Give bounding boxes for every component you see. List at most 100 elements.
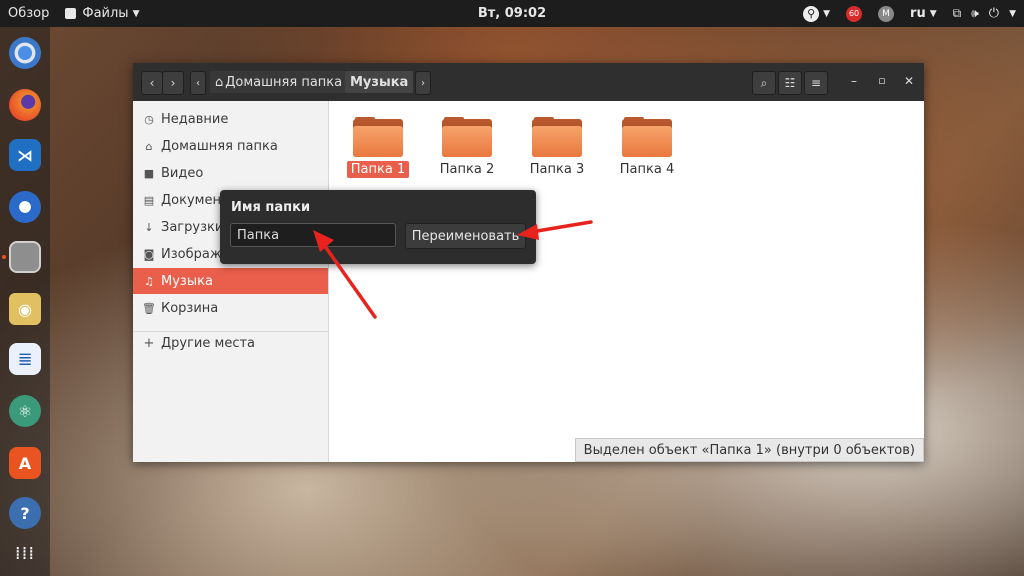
- system-menu[interactable]: ⧉ 🕪 ⏻ ▼: [945, 0, 1024, 27]
- minimize-button[interactable]: –: [846, 74, 862, 90]
- folder-label: Папка 4: [619, 162, 675, 177]
- hamburger-icon: ≡: [810, 76, 822, 90]
- chromium-icon[interactable]: [9, 37, 41, 69]
- rename-button-label: Переименовать: [411, 228, 520, 244]
- forward-button[interactable]: ›: [162, 71, 184, 95]
- clock-label: Вт, 09:02: [477, 6, 547, 21]
- show-apps-icon[interactable]: ⁞⁞⁞: [9, 537, 41, 569]
- firefox-icon[interactable]: [9, 89, 41, 121]
- breadcrumb-home-label: Домашняя папка: [225, 74, 343, 90]
- sidebar-item-recent[interactable]: ◷ Недавние: [133, 106, 328, 132]
- folder-name-input[interactable]: [230, 223, 396, 247]
- accessibility-menu[interactable]: ⚲ ▼: [795, 0, 838, 27]
- activities-button[interactable]: Обзор: [0, 0, 57, 27]
- chevron-right-icon: ›: [421, 77, 425, 89]
- folder-icon: [622, 117, 672, 157]
- home-icon: ⌂: [145, 139, 153, 153]
- folder-item[interactable]: Папка 3: [522, 117, 592, 178]
- top-bar: Обзор Файлы ▼ Вт, 09:02 ⚲ ▼ 60 M ru ▼ ⧉ …: [0, 0, 1024, 27]
- status-text: Выделен объект «Папка 1» (внутри 0 объек…: [583, 442, 915, 458]
- search-icon: ⌕: [760, 75, 768, 90]
- sidebar-item-label: Загрузки: [161, 219, 224, 235]
- chevron-left-icon: ‹: [149, 76, 155, 90]
- back-button[interactable]: ‹: [141, 71, 163, 95]
- file-view: Папка 1 Папка 2 Папка 3 Папка 4 Выделен …: [329, 101, 924, 462]
- status-bar: Выделен объект «Папка 1» (внутри 0 объек…: [574, 438, 924, 462]
- document-icon: ▤: [143, 193, 155, 207]
- camera-icon: ◙: [143, 247, 155, 261]
- help-icon[interactable]: ?: [9, 497, 41, 529]
- folder-label: Папка 2: [439, 162, 495, 177]
- activities-label: Обзор: [8, 6, 50, 21]
- sidebar-item-videos[interactable]: ■ Видео: [133, 160, 328, 186]
- chevron-right-icon: ›: [170, 76, 176, 90]
- sidebar-item-label: Другие места: [161, 335, 256, 351]
- folder-icon: [532, 117, 582, 157]
- folder-item[interactable]: Папка 2: [432, 117, 502, 178]
- chevron-down-icon: ▼: [929, 8, 937, 19]
- breadcrumb-left-button[interactable]: ‹: [190, 71, 206, 95]
- close-icon: ✕: [903, 74, 915, 88]
- video-icon: ■: [143, 166, 155, 180]
- chevron-down-icon: ▼: [1009, 8, 1016, 19]
- libreoffice-writer-icon[interactable]: ≣: [9, 343, 41, 375]
- notification-badge-icon: 60: [846, 5, 863, 22]
- network-icon: ⧉: [952, 6, 962, 20]
- plus-icon: +: [143, 335, 155, 351]
- files-app-icon: [65, 8, 77, 19]
- volume-icon: 🕪: [971, 6, 979, 20]
- sidebar-item-label: Корзина: [161, 300, 219, 316]
- breadcrumb-current[interactable]: Музыка: [345, 71, 414, 93]
- files-icon[interactable]: [9, 241, 41, 273]
- chevron-down-icon: ▼: [823, 8, 831, 19]
- sidebar-item-home[interactable]: ⌂ Домашняя папка: [133, 133, 328, 159]
- chevron-left-icon: ‹: [196, 77, 200, 89]
- music-icon: ♫: [144, 274, 154, 288]
- folder-item[interactable]: Папка 4: [612, 117, 682, 178]
- vscode-icon[interactable]: ⋊: [9, 139, 41, 171]
- sidebar-item-label: Видео: [161, 165, 204, 181]
- rename-button[interactable]: Переименовать: [405, 223, 526, 249]
- folder-item[interactable]: Папка 1: [343, 117, 413, 178]
- mail-indicator[interactable]: M: [870, 0, 902, 27]
- view-toggle-button[interactable]: ☷: [778, 71, 802, 95]
- sidebar-item-label: Музыка: [161, 273, 213, 289]
- breadcrumb-right-button[interactable]: ›: [415, 71, 431, 95]
- atom-icon[interactable]: ⚛: [9, 395, 41, 427]
- sidebar-item-music[interactable]: ♫ Музыка: [133, 268, 328, 294]
- folder-icon: [353, 117, 403, 157]
- sidebar-item-label: Домашняя папка: [161, 138, 278, 154]
- active-indicator: [2, 255, 6, 259]
- rename-title: Имя папки: [231, 200, 311, 215]
- notification-count: 60: [848, 9, 860, 18]
- breadcrumb-home[interactable]: ⌂ Домашняя папка: [210, 71, 348, 93]
- dock: ⋊ ◉ ≣ ⚛ A ? ⁞⁞⁞: [0, 27, 50, 576]
- app-menu[interactable]: Файлы ▼: [57, 0, 147, 27]
- rename-popover: Имя папки Переименовать: [220, 190, 536, 264]
- sidebar: ◷ Недавние ⌂ Домашняя папка ■ Видео ▤ Докуме…: [133, 101, 329, 462]
- software-center-icon[interactable]: A: [9, 447, 41, 479]
- notification-indicator[interactable]: 60: [838, 0, 870, 27]
- folder-label: Папка 1: [346, 161, 410, 178]
- accessibility-icon: ⚲: [803, 5, 820, 22]
- trash-icon: 🗑: [142, 301, 156, 315]
- close-button[interactable]: ✕: [901, 74, 917, 90]
- menu-button[interactable]: ≡: [804, 71, 828, 95]
- maximize-button[interactable]: ▫: [874, 74, 890, 90]
- sidebar-item-label: Недавние: [161, 111, 229, 127]
- search-button[interactable]: ⌕: [752, 71, 776, 95]
- download-icon: ↓: [144, 220, 154, 234]
- clock[interactable]: Вт, 09:02: [478, 6, 546, 21]
- breadcrumb-current-label: Музыка: [350, 74, 409, 90]
- clock-icon: ◷: [144, 112, 154, 126]
- sidebar-item-trash[interactable]: 🗑 Корзина: [133, 295, 328, 321]
- mail-icon: M: [878, 5, 895, 22]
- home-icon: ⌂: [215, 74, 224, 90]
- language-menu[interactable]: ru ▼: [902, 0, 945, 27]
- folder-icon: [442, 117, 492, 157]
- thunderbird-icon[interactable]: [9, 191, 41, 223]
- folder-label: Папка 3: [529, 162, 585, 177]
- minimize-icon: –: [851, 74, 857, 88]
- sidebar-item-other-locations[interactable]: + Другие места: [133, 330, 328, 356]
- rhythmbox-icon[interactable]: ◉: [9, 293, 41, 325]
